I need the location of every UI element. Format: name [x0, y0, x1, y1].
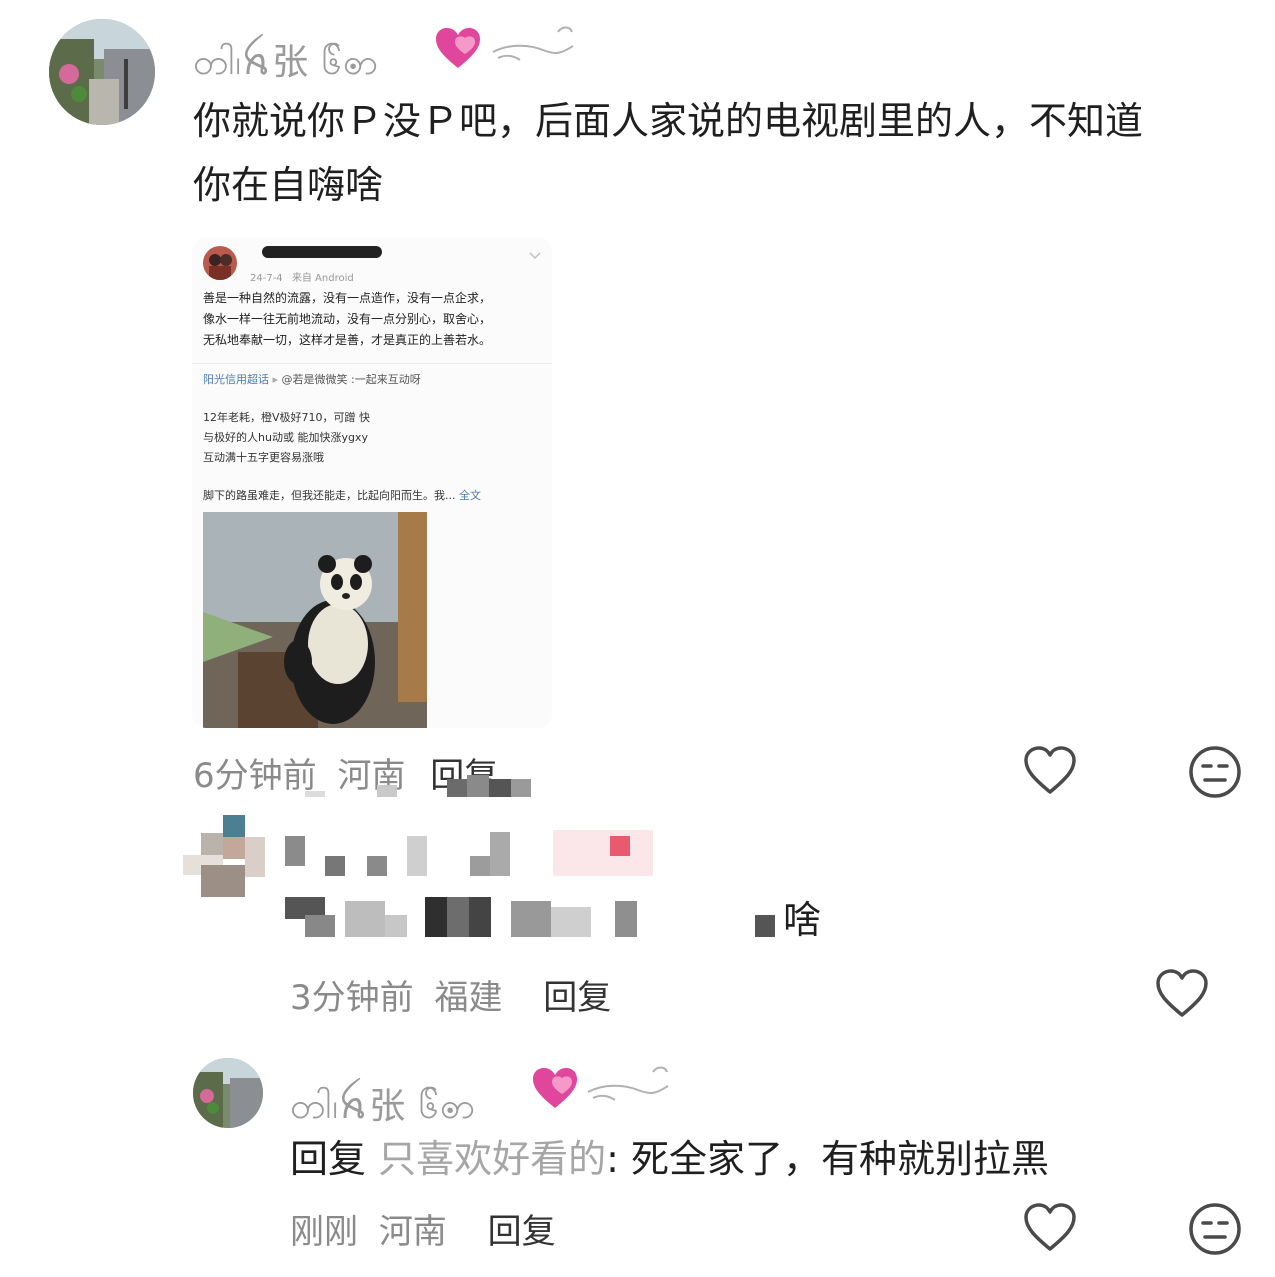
post-topic: 阳光信用超话 ▸ @若是微微笑 :一起来互动呀	[203, 373, 421, 386]
comment-text-visible-tail: 啥	[783, 888, 821, 952]
sparkling-heart-icon	[433, 26, 483, 72]
post-body-line: 善是一种自然的流露，没有一点造作，没有一点企求，	[203, 291, 492, 305]
reply-text: 回复 只喜欢好看的: 死全家了，有种就别拉黑	[290, 1127, 1049, 1191]
comment-line: 你在自嗨啥	[193, 163, 384, 207]
post-excerpt-text: 脚下的路虽难走，但我还能走，比起向阳而生。我...	[203, 489, 456, 502]
topic-link: 阳光信用超话	[203, 373, 269, 386]
username-text: တါ၊ꫝ张 ၆်ꩦ	[290, 1086, 476, 1127]
post-emoji-lines: 12年老耗，橙V极好710，可蹭 快 与极好的人hu动或 能加快涨ygxy 互动…	[203, 408, 370, 468]
post-emoji-line: 互动满十五字更容易涨哦	[203, 451, 324, 464]
comment-location: 河南	[378, 1212, 447, 1252]
comment-line: 你就说你Ｐ没Ｐ吧，后面人家说的电视剧里的人，不知道	[193, 99, 1144, 143]
heart-outline-icon[interactable]	[1154, 968, 1210, 1020]
post-date-text: 24-7-4	[250, 273, 283, 284]
post-body-line: 像水一样一往无前地流动，没有一点分别心，取舍心，	[203, 312, 492, 326]
comment-location: 福建	[434, 978, 503, 1018]
reply-body: : 死全家了，有种就别拉黑	[606, 1137, 1050, 1181]
post-emoji-line: 与极好的人hu动或 能加快涨ygxy	[203, 431, 368, 444]
post-body-line: 无私地奉献一切，这样才是善，才是真正的上善若水。	[203, 333, 492, 347]
heart-outline-icon[interactable]	[1022, 1202, 1078, 1254]
avatar[interactable]	[49, 19, 155, 125]
reply-prefix: 回复	[290, 1137, 367, 1181]
post-emoji-line: 12年老耗，橙V极好710，可蹭 快	[203, 411, 371, 424]
avatar-street-scene	[193, 1058, 263, 1128]
comment-meta: 3分钟前 福建 回复	[290, 970, 611, 1019]
post-date: 24-7-4 来自 Android	[250, 269, 354, 284]
read-more-link: 全文	[459, 489, 481, 502]
comment-time: 3分钟前	[290, 978, 414, 1018]
reply-target-user[interactable]: 只喜欢好看的	[378, 1137, 606, 1181]
topic-tail: :一起来互动呀	[351, 373, 421, 386]
mosaic-redaction	[305, 775, 531, 797]
divider	[192, 363, 552, 364]
post-avatar	[203, 246, 237, 280]
comment-time: 6分钟前	[193, 756, 317, 796]
post-body: 善是一种自然的流露，没有一点造作，没有一点企求， 像水一样一往无前地流动，没有一…	[203, 288, 548, 351]
comment-meta: 刚刚 河南 回复	[290, 1204, 556, 1253]
heart-outline-icon[interactable]	[1022, 745, 1078, 797]
avatar[interactable]	[193, 1058, 263, 1128]
meh-face-icon[interactable]	[1187, 1201, 1243, 1257]
reply-button[interactable]: 回复	[488, 1212, 556, 1252]
comment-tail-text: 啥	[783, 898, 822, 942]
attached-screenshot[interactable]: 24-7-4 来自 Android 善是一种自然的流露，没有一点造作，没有一点企…	[192, 238, 552, 728]
post-source: 来自 Android	[291, 273, 354, 284]
topic-user: @若是微微笑	[281, 373, 348, 386]
mosaic-comment-text	[285, 897, 775, 939]
reply-button[interactable]: 回复	[543, 978, 611, 1018]
panda-photo	[203, 512, 427, 728]
decorative-swirl	[488, 22, 578, 74]
redacted-name-bar	[262, 246, 382, 258]
avatar-pixelated[interactable]	[183, 815, 265, 897]
sparkling-heart-icon	[530, 1066, 580, 1112]
comment-text: 你就说你Ｐ没Ｐ吧，后面人家说的电视剧里的人，不知道 你在自嗨啥	[193, 89, 1253, 217]
comment-time: 刚刚	[290, 1212, 358, 1252]
username-text: တါ၊ꫝ张 ၆်ꩦ	[193, 42, 379, 83]
meh-face-icon[interactable]	[1187, 744, 1243, 800]
avatar-street-scene	[49, 19, 155, 125]
chevron-down-icon	[528, 246, 542, 265]
post-excerpt: 脚下的路虽难走，但我还能走，比起向阳而生。我... 全文	[203, 486, 481, 506]
mosaic-username	[285, 830, 655, 878]
decorative-swirl	[583, 1062, 673, 1114]
